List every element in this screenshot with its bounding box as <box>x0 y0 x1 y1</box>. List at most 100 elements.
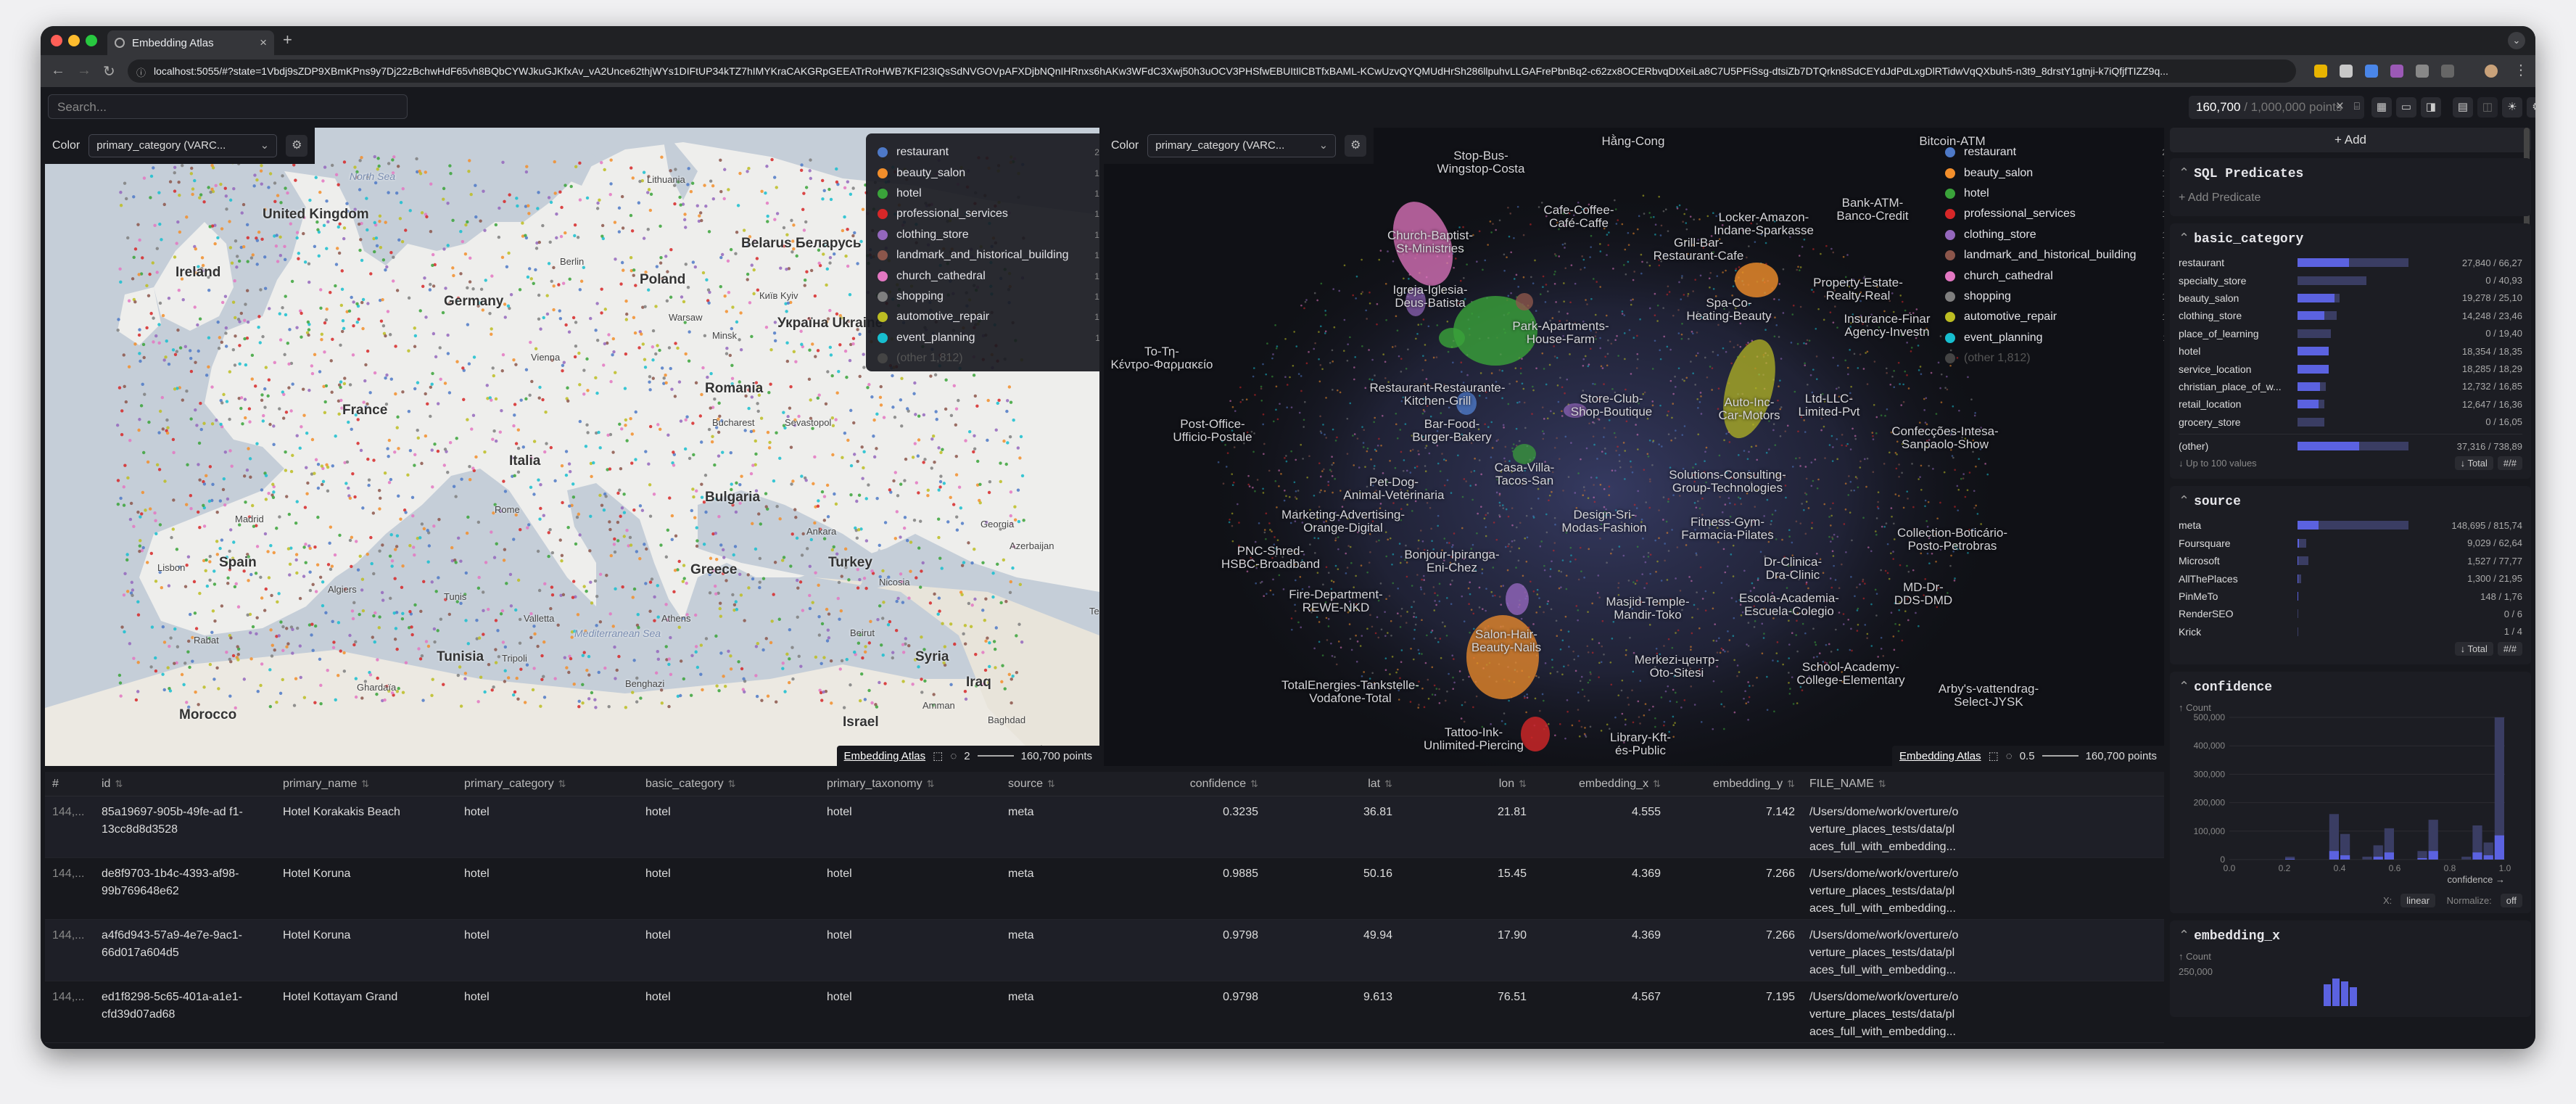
map-point <box>307 328 311 331</box>
embedding-point <box>1667 230 1669 232</box>
map-point <box>730 482 733 486</box>
browser-tab[interactable]: Embedding Atlas × <box>107 30 274 55</box>
map-point <box>198 317 202 321</box>
profile-avatar[interactable] <box>2485 65 2498 78</box>
map-point <box>1020 474 1025 478</box>
search-input[interactable]: Search... <box>48 94 408 119</box>
map-point <box>224 194 228 198</box>
minimize-window-button[interactable] <box>68 35 80 46</box>
extension-icon[interactable] <box>2390 65 2403 78</box>
extension-icon[interactable] <box>2340 65 2353 78</box>
new-tab-button[interactable]: + <box>283 30 292 49</box>
map-point <box>560 464 564 468</box>
tab-search-button[interactable]: ⌄ <box>2508 32 2525 49</box>
map-point <box>281 625 285 629</box>
map-point <box>654 352 658 356</box>
embedding-point <box>1572 650 1574 653</box>
embedding-point <box>1862 597 1865 600</box>
embedding-point <box>1690 361 1692 363</box>
legend-item[interactable]: beauty_salon19,278 <box>878 162 1099 183</box>
map-point <box>797 654 801 658</box>
panel-toggle-icon[interactable]: ◨ <box>2421 97 2441 118</box>
legend-item[interactable]: restaurant27,840 <box>878 142 1099 162</box>
theme-icon[interactable]: ☀ <box>2502 97 2522 118</box>
map-point <box>331 646 336 650</box>
point-size-slider[interactable] <box>977 755 1014 757</box>
zoom-window-button[interactable] <box>86 35 97 46</box>
embedding-point <box>1893 522 1895 525</box>
embedding-point <box>1353 378 1355 381</box>
extension-icon[interactable] <box>2365 65 2378 78</box>
map-point <box>603 168 606 172</box>
back-icon[interactable]: ← <box>51 62 65 79</box>
map-point <box>561 368 564 373</box>
address-bar[interactable]: ⓘ localhost:5055/#?state=1Vbdj9sZDP9XBmKP… <box>128 59 2296 83</box>
embedding-point <box>1368 302 1371 305</box>
map-point <box>614 677 617 680</box>
map-point <box>471 287 475 291</box>
legend-item[interactable]: automotive_repair12,326 <box>878 307 1099 327</box>
extensions-puzzle-icon[interactable] <box>2416 65 2429 78</box>
map-point <box>620 506 624 510</box>
legend-item[interactable]: landmark_and_historical_building13,832 <box>878 245 1099 265</box>
map-point <box>849 192 853 196</box>
map-view-icon[interactable]: ◫ <box>2477 97 2498 118</box>
map-point <box>692 495 695 499</box>
embedding-panel[interactable]: Color primary_category (VARC... ⌄ ⚙ resta… <box>1104 128 2164 766</box>
site-info-icon[interactable]: ⓘ <box>136 65 146 79</box>
grid-view-icon[interactable]: ▤ <box>2453 97 2473 118</box>
map-point <box>669 248 673 252</box>
menu-kebab-icon[interactable]: ⋮ <box>2514 61 2528 79</box>
map-point <box>918 519 922 523</box>
embedding-point <box>1346 359 1349 362</box>
embedding-point <box>1772 659 1774 662</box>
map-point <box>302 574 306 578</box>
filter-icon[interactable]: ⌸ <box>2354 100 2360 112</box>
map-point <box>502 559 506 562</box>
extension-icon[interactable] <box>2314 65 2327 78</box>
embedding-point <box>1468 603 1470 606</box>
map-point <box>595 391 599 395</box>
brand-link[interactable]: Embedding Atlas <box>844 750 926 762</box>
reload-icon[interactable]: ↻ <box>103 62 115 81</box>
map-point <box>687 359 691 363</box>
legend-item[interactable]: event_planning11,158 <box>878 328 1099 348</box>
embedding-point <box>1664 208 1667 211</box>
map-point <box>713 463 717 467</box>
forward-icon[interactable]: → <box>77 62 91 79</box>
embedding-point <box>1714 623 1717 625</box>
map-point <box>310 437 315 442</box>
gear-icon[interactable]: ⚙ <box>286 135 308 157</box>
legend-item[interactable]: shopping12,647 <box>878 287 1099 307</box>
map-point <box>490 688 494 692</box>
map-point <box>698 211 703 215</box>
map-point <box>790 218 793 223</box>
map-point <box>855 536 859 540</box>
legend-item[interactable]: church_cathedral12,732 <box>878 265 1099 286</box>
color-select[interactable]: primary_category (VARC... ⌄ <box>88 134 278 157</box>
embedding-point <box>1563 665 1565 668</box>
embedding-point <box>1766 498 1769 501</box>
legend-item[interactable]: clothing_store14,248 <box>878 225 1099 245</box>
lasso-icon[interactable]: ◌ <box>950 750 957 762</box>
map-panel[interactable]: Color primary_category (VARC... ⌄ ⚙ resta… <box>45 128 1099 766</box>
map-point <box>573 355 577 359</box>
embedding-point <box>1809 374 1812 376</box>
map-point <box>558 190 562 194</box>
close-tab-icon[interactable]: × <box>260 36 267 50</box>
embedding-point <box>1506 569 1509 572</box>
table-toggle-icon[interactable]: ▭ <box>2396 97 2416 118</box>
legend-item[interactable]: professional_services18,285 <box>878 204 1099 224</box>
clear-selection-icon[interactable]: × <box>2336 99 2344 115</box>
settings-icon[interactable]: ⚙ <box>2527 97 2535 118</box>
embedding-point <box>1706 376 1709 379</box>
sidebar-icon[interactable] <box>2441 65 2454 78</box>
map-point <box>936 612 940 616</box>
map-point <box>539 506 542 511</box>
legend-item[interactable]: (other 1,812) <box>878 348 1099 368</box>
map-point <box>283 258 287 262</box>
layout-icon[interactable]: ▦ <box>2371 97 2392 118</box>
select-box-icon[interactable]: ⬚ <box>933 749 943 762</box>
close-window-button[interactable] <box>51 35 62 46</box>
legend-item[interactable]: hotel18,354 <box>878 184 1099 204</box>
